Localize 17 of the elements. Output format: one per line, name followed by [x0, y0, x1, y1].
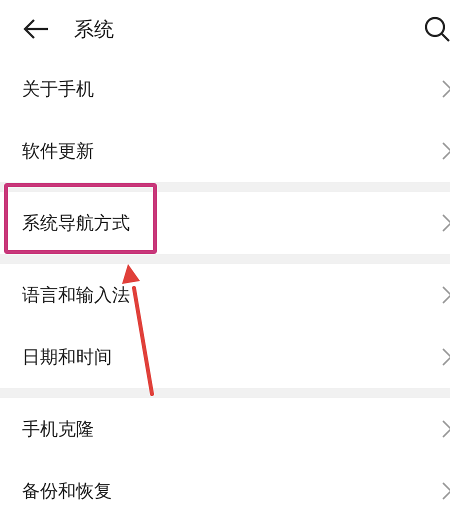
chevron-icon — [442, 79, 450, 99]
chevron-icon — [442, 419, 450, 439]
settings-item[interactable]: 备份和恢复 — [0, 460, 450, 515]
back-icon[interactable] — [22, 18, 50, 40]
chevron-icon — [442, 481, 450, 501]
chevron-icon — [442, 213, 450, 233]
page-title: 系统 — [74, 16, 114, 42]
chevron-icon — [442, 141, 450, 161]
search-icon[interactable] — [424, 16, 450, 42]
chevron-icon — [442, 347, 450, 367]
settings-item[interactable]: 日期和时间 — [0, 326, 450, 388]
settings-item[interactable]: 语言和输入法 — [0, 264, 450, 326]
settings-item[interactable]: 系统导航方式 — [0, 192, 450, 254]
settings-item[interactable]: 软件更新 — [0, 120, 450, 182]
settings-item[interactable]: 手机克隆 — [0, 398, 450, 460]
settings-item[interactable]: 关于手机 — [0, 58, 450, 120]
chevron-icon — [442, 285, 450, 305]
